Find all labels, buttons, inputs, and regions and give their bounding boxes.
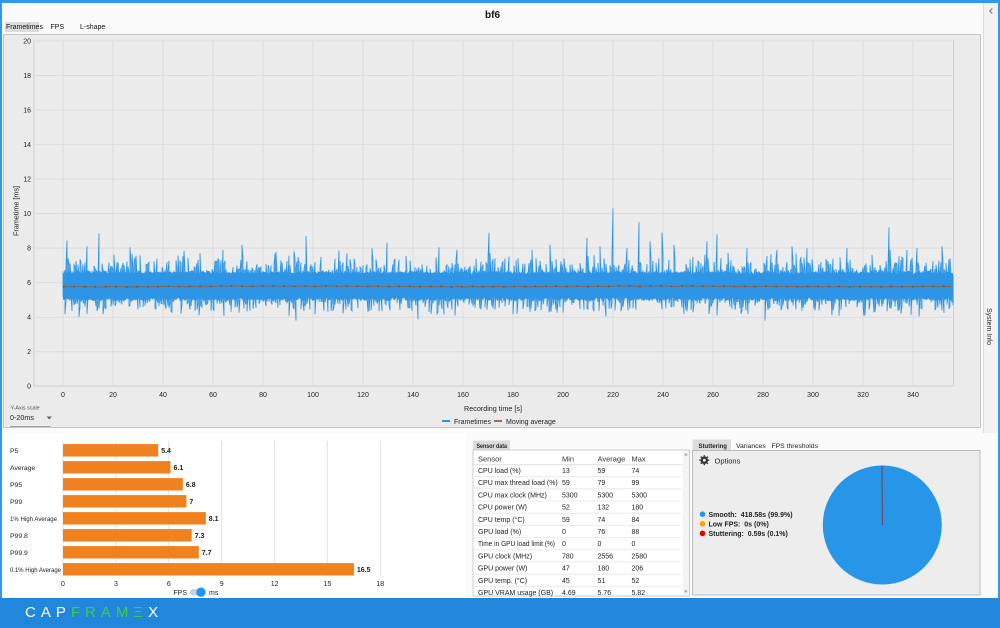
svg-text:Variances: Variances (736, 443, 766, 450)
svg-text:FPS thresholds: FPS thresholds (772, 443, 819, 450)
svg-text:Options: Options (715, 456, 741, 465)
svg-text:Smooth: 418.58s (99.9%): Smooth: 418.58s (99.9%) (709, 512, 793, 519)
svg-text:Stuttering: Stuttering (699, 443, 728, 450)
svg-text:Stuttering: 0.59s (0.1%): Stuttering: 0.59s (0.1%) (709, 531, 788, 538)
svg-text:Low FPS: 0s (0%): Low FPS: 0s (0%) (709, 522, 769, 529)
